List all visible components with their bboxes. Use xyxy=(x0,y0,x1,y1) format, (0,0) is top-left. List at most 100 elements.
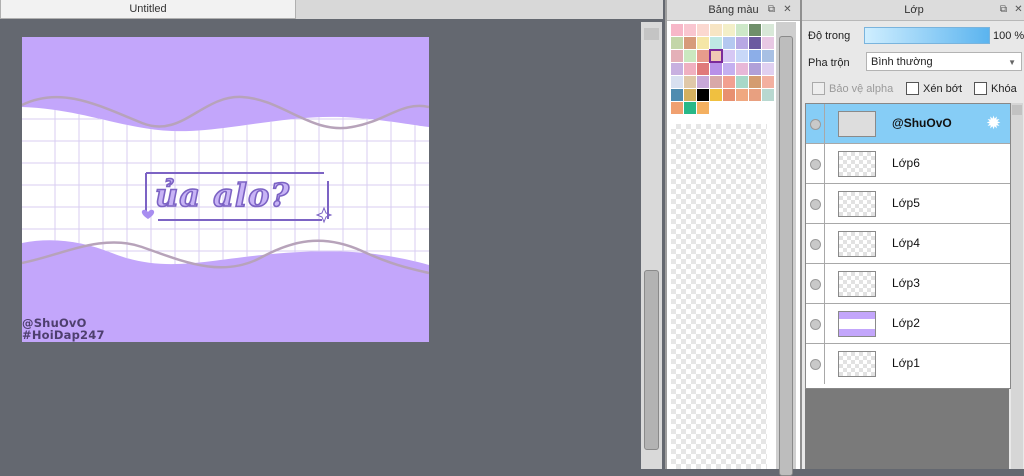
color-swatch[interactable] xyxy=(671,89,683,101)
swatch-scroll-thumb[interactable] xyxy=(779,36,793,476)
color-swatch[interactable] xyxy=(697,76,709,88)
color-swatch[interactable] xyxy=(710,24,722,36)
close-icon[interactable]: ✕ xyxy=(782,4,793,15)
scroll-up-arrow[interactable] xyxy=(1012,105,1022,115)
visibility-icon[interactable] xyxy=(810,199,821,210)
color-swatch[interactable] xyxy=(697,24,709,36)
layer-scrollbar[interactable] xyxy=(1011,103,1023,469)
color-swatch[interactable] xyxy=(671,37,683,49)
color-swatch[interactable] xyxy=(736,50,748,62)
layer-row[interactable]: Lớp3 xyxy=(806,264,1010,304)
swatch-panel-header: Bảng màu ⧉ ✕ xyxy=(667,0,800,21)
color-swatch[interactable] xyxy=(684,89,696,101)
color-swatch[interactable] xyxy=(749,37,761,49)
layer-panel-header: Lớp ⧉ ✕ xyxy=(802,0,1024,21)
layer-row[interactable]: Lớp5 xyxy=(806,184,1010,224)
color-swatch[interactable] xyxy=(684,50,696,62)
color-swatch[interactable] xyxy=(762,37,774,49)
color-swatch[interactable] xyxy=(736,63,748,75)
lock-option[interactable]: Khóa xyxy=(974,82,1017,95)
color-swatch[interactable] xyxy=(736,37,748,49)
color-swatch[interactable] xyxy=(762,76,774,88)
protect-alpha-option[interactable]: Bảo vệ alpha xyxy=(812,82,893,95)
visibility-icon[interactable] xyxy=(810,159,821,170)
clipping-checkbox[interactable] xyxy=(906,82,919,95)
color-swatch[interactable] xyxy=(710,89,722,101)
color-swatch[interactable] xyxy=(723,76,735,88)
layer-thumbnail xyxy=(838,111,876,137)
color-swatch[interactable] xyxy=(762,24,774,36)
color-swatch[interactable] xyxy=(671,76,683,88)
layer-row[interactable]: @ShuOvO ✹ xyxy=(806,104,1010,144)
gear-icon[interactable]: ✹ xyxy=(986,113,1001,133)
layer-list: @ShuOvO ✹ Lớp6 Lớp5 Lớp4 Lớp3 Lớp2 Lớp1 xyxy=(805,103,1011,389)
color-swatch[interactable] xyxy=(736,76,748,88)
visibility-icon[interactable] xyxy=(810,279,821,290)
color-swatch[interactable] xyxy=(762,63,774,75)
color-swatch[interactable] xyxy=(749,63,761,75)
swatch-panel-title: Bảng màu xyxy=(708,4,759,16)
scroll-up-arrow[interactable] xyxy=(644,28,659,40)
visibility-icon[interactable] xyxy=(810,119,821,130)
color-swatch[interactable] xyxy=(749,24,761,36)
color-swatch[interactable] xyxy=(671,102,683,114)
color-swatch[interactable] xyxy=(684,102,696,114)
color-swatch[interactable] xyxy=(762,50,774,62)
swatch-empty-area[interactable] xyxy=(671,124,767,469)
color-swatch[interactable] xyxy=(710,37,722,49)
row-divider xyxy=(824,344,825,384)
visibility-icon[interactable] xyxy=(810,359,821,370)
layer-name: Lớp2 xyxy=(892,316,920,330)
color-swatch[interactable] xyxy=(697,37,709,49)
color-swatch[interactable] xyxy=(671,50,683,62)
swatch-scrollbar[interactable] xyxy=(776,22,796,476)
color-swatch[interactable] xyxy=(684,24,696,36)
color-swatch[interactable] xyxy=(723,37,735,49)
blend-mode-select[interactable]: Bình thường ▼ xyxy=(866,52,1022,71)
color-swatch[interactable] xyxy=(762,89,774,101)
color-swatch[interactable] xyxy=(697,89,709,101)
canvas-scroll-thumb[interactable] xyxy=(644,270,659,450)
color-swatch[interactable] xyxy=(671,63,683,75)
close-icon[interactable]: ✕ xyxy=(1013,4,1024,15)
popout-icon[interactable]: ⧉ xyxy=(766,4,777,15)
color-swatch[interactable] xyxy=(710,76,722,88)
color-swatch[interactable] xyxy=(684,37,696,49)
document-tab[interactable]: Untitled xyxy=(0,0,296,19)
color-swatch[interactable] xyxy=(749,50,761,62)
color-swatch[interactable] xyxy=(736,24,748,36)
visibility-icon[interactable] xyxy=(810,319,821,330)
artwork-canvas[interactable]: ủa alo? @ShuOvO #HoiDap247 xyxy=(22,37,429,342)
lock-checkbox[interactable] xyxy=(974,82,987,95)
canvas-scrollbar[interactable] xyxy=(641,22,662,469)
layer-row[interactable]: Lớp2 xyxy=(806,304,1010,344)
popout-icon[interactable]: ⧉ xyxy=(998,4,1009,15)
color-swatch[interactable] xyxy=(684,76,696,88)
clipping-option[interactable]: Xén bớt xyxy=(906,82,962,95)
visibility-icon[interactable] xyxy=(810,239,821,250)
color-swatch[interactable] xyxy=(684,63,696,75)
color-swatch[interactable] xyxy=(671,24,683,36)
opacity-slider[interactable] xyxy=(864,27,990,44)
color-swatch[interactable] xyxy=(723,24,735,36)
layer-name: Lớp5 xyxy=(892,196,920,210)
row-divider xyxy=(824,304,825,344)
layer-row[interactable]: Lớp4 xyxy=(806,224,1010,264)
protect-alpha-checkbox[interactable] xyxy=(812,82,825,95)
color-swatch[interactable] xyxy=(749,89,761,101)
layer-row[interactable]: Lớp6 xyxy=(806,144,1010,184)
canvas-area[interactable]: Untitled ủa alo? @ShuOvO #HoiDap247 xyxy=(0,0,663,469)
color-swatch[interactable] xyxy=(710,63,722,75)
color-swatch[interactable] xyxy=(697,50,709,62)
color-swatch[interactable] xyxy=(697,102,709,114)
color-swatch[interactable] xyxy=(697,63,709,75)
clipping-label: Xén bớt xyxy=(923,82,963,95)
color-swatch[interactable] xyxy=(709,49,723,63)
color-swatch[interactable] xyxy=(749,76,761,88)
color-swatch[interactable] xyxy=(723,89,735,101)
color-swatch[interactable] xyxy=(723,63,735,75)
layer-thumbnail xyxy=(838,191,876,217)
color-swatch[interactable] xyxy=(723,50,735,62)
layer-row[interactable]: Lớp1 xyxy=(806,344,1010,384)
color-swatch[interactable] xyxy=(736,89,748,101)
